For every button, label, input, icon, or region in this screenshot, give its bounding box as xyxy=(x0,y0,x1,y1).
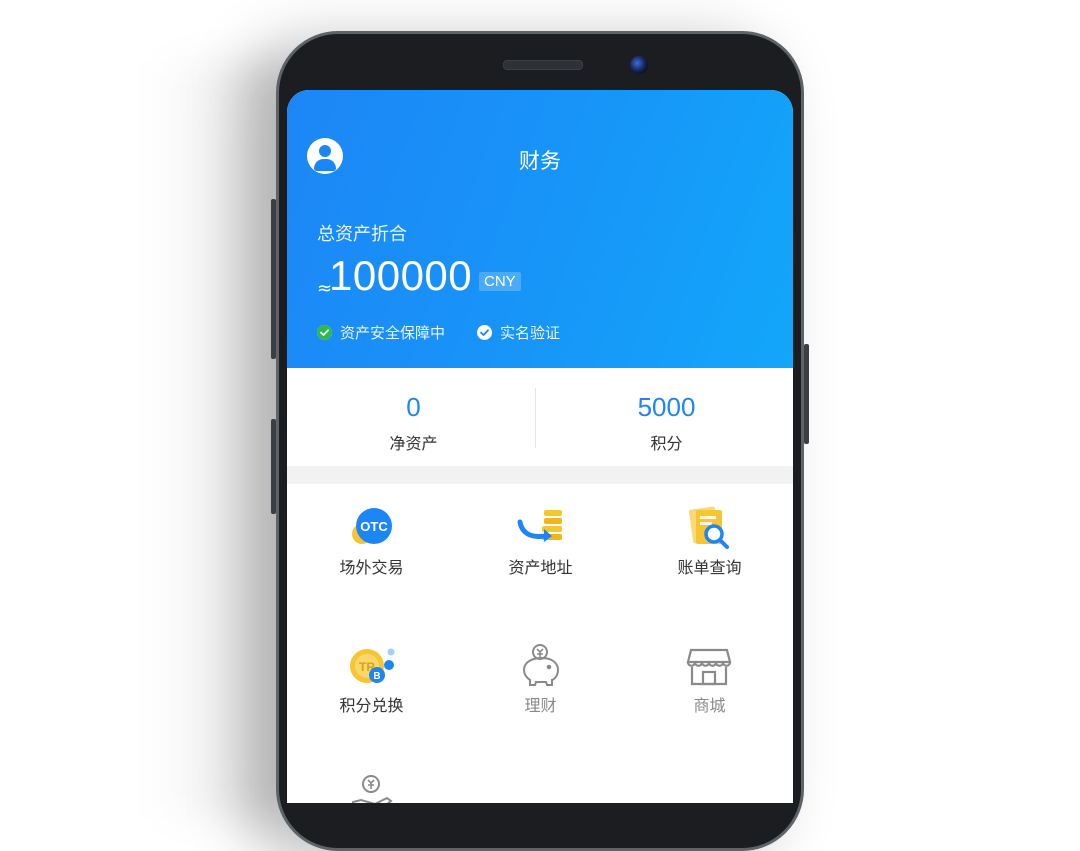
currency-badge: CNY xyxy=(479,272,521,291)
grid-item-label: 理财 xyxy=(524,696,557,715)
grid-item-label: 商城 xyxy=(693,696,726,715)
piggy-bank-icon xyxy=(516,642,564,690)
finance-header: 财务 总资产折合 ≈ 100000 CNY 资产安全保障中 实名验证 xyxy=(287,90,793,368)
net-assets-value: 0 xyxy=(406,392,421,422)
points-value: 5000 xyxy=(637,392,696,422)
points-stat[interactable]: 5000 积分 xyxy=(540,368,793,466)
section-divider xyxy=(287,466,793,484)
net-assets-stat[interactable]: 0 净资产 xyxy=(287,368,540,466)
yuan-hand-icon xyxy=(347,772,395,803)
speaker-grille xyxy=(503,60,583,70)
page-title: 财务 xyxy=(519,149,561,173)
points-exchange-icon: TR B xyxy=(347,642,395,690)
store-icon xyxy=(685,642,733,690)
grid-item-label: 资产地址 xyxy=(508,558,573,577)
green-check-icon xyxy=(317,325,332,340)
phone-shadow xyxy=(150,60,290,820)
verified-badge-label: 实名验证 xyxy=(500,324,561,342)
stats-divider xyxy=(535,388,536,448)
grid-item-label: 账单查询 xyxy=(677,558,742,577)
verified-badge[interactable]: 实名验证 xyxy=(477,322,560,343)
amount-value: 100000 xyxy=(329,252,473,299)
total-assets-label: 总资产折合 xyxy=(317,224,407,245)
svg-text:B: B xyxy=(373,671,380,682)
grid-item-label: 积分兑换 xyxy=(339,696,404,715)
bixby-button xyxy=(271,419,276,514)
stats-panel: 0 净资产 5000 积分 xyxy=(287,368,793,466)
white-check-icon xyxy=(477,325,492,340)
points-label: 积分 xyxy=(650,434,683,453)
bill-query-icon xyxy=(685,504,733,552)
asset-address-icon xyxy=(516,504,564,552)
app-screen: 财务 总资产折合 ≈ 100000 CNY 资产安全保障中 实名验证 0 净资产… xyxy=(287,90,793,803)
security-badge-label: 资产安全保障中 xyxy=(340,324,446,342)
security-badge: 资产安全保障中 xyxy=(317,322,445,343)
volume-button xyxy=(271,199,276,359)
otc-icon: OTC xyxy=(347,504,395,552)
otc-icon-text: OTC xyxy=(360,519,388,534)
power-button xyxy=(804,344,809,444)
front-camera xyxy=(630,56,648,74)
feature-grid: OTC 场外交易 资产地址 账单查询 TR B 积分兑换 理财 商城 xyxy=(287,484,793,803)
grid-item-label: 场外交易 xyxy=(339,558,404,577)
net-assets-label: 净资产 xyxy=(389,434,438,453)
